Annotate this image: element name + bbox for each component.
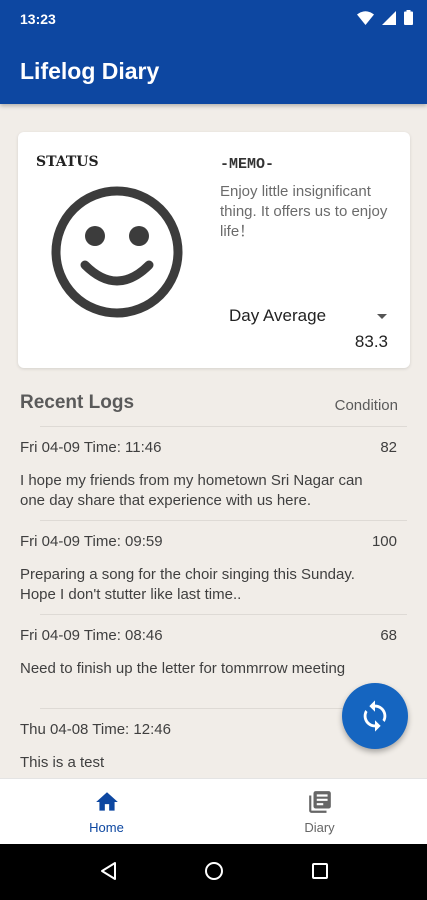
list-item[interactable]: Fri 04-09 Time: 11:46 82 I hope my frien… <box>20 426 407 520</box>
recents-icon[interactable] <box>311 861 329 881</box>
nav-diary-label: Diary <box>304 820 335 835</box>
refresh-button[interactable] <box>342 683 408 749</box>
average-value: 83.3 <box>354 332 388 351</box>
refresh-icon <box>363 700 387 732</box>
dropdown-arrow-icon <box>377 313 387 319</box>
status-time: 13:23 <box>20 11 56 27</box>
smiley-face-icon <box>51 186 183 318</box>
log-date: Fri 04-09 Time: 08:46 <box>20 627 163 644</box>
average-dropdown[interactable]: Day Average <box>229 304 387 328</box>
list-item[interactable]: Fri 04-09 Time: 09:59 100 Preparing a so… <box>20 520 407 614</box>
log-date: Thu 04-08 Time: 12:46 <box>20 721 171 738</box>
condition-header: Condition <box>334 397 398 414</box>
wifi-icon <box>357 10 374 25</box>
status-icons <box>357 10 413 25</box>
log-date: Fri 04-09 Time: 09:59 <box>20 533 163 550</box>
nav-home[interactable]: Home <box>0 779 213 845</box>
status-bar: 13:23 <box>0 0 427 38</box>
app-bar: 13:23 Lifelog Diary <box>0 0 427 104</box>
home-circle-icon[interactable] <box>204 861 224 881</box>
log-date: Fri 04-09 Time: 11:46 <box>20 439 162 456</box>
nav-diary[interactable]: Diary <box>213 779 426 845</box>
nav-home-label: Home <box>89 820 124 835</box>
log-text: Preparing a song for the choir singing t… <box>20 566 355 603</box>
status-card: STATUS -MEMO- Enjoy little insignificant… <box>18 132 410 368</box>
log-condition: 68 <box>380 627 397 644</box>
log-text: I hope my friends from my hometown Sri N… <box>20 472 363 509</box>
back-icon[interactable] <box>99 861 119 881</box>
log-condition: 82 <box>380 439 397 456</box>
recent-logs-title: Recent Logs <box>20 392 135 413</box>
battery-icon <box>404 10 413 25</box>
memo-text[interactable]: Enjoy little insignificant thing. It off… <box>220 182 400 242</box>
log-text: Need to finish up the letter for tommrro… <box>20 660 346 677</box>
system-nav-bar <box>0 844 427 900</box>
average-dropdown-label: Day Average <box>229 306 327 325</box>
home-icon <box>95 792 118 811</box>
signal-icon <box>382 10 396 25</box>
log-condition: 100 <box>371 533 397 550</box>
memo-title: -MEMO- <box>220 156 275 173</box>
diary-icon <box>308 791 331 813</box>
page-title: Lifelog Diary <box>20 58 160 84</box>
status-label: STATUS <box>36 154 99 170</box>
bottom-navigation: Home Diary <box>0 778 427 844</box>
log-text: This is a test <box>20 754 105 771</box>
